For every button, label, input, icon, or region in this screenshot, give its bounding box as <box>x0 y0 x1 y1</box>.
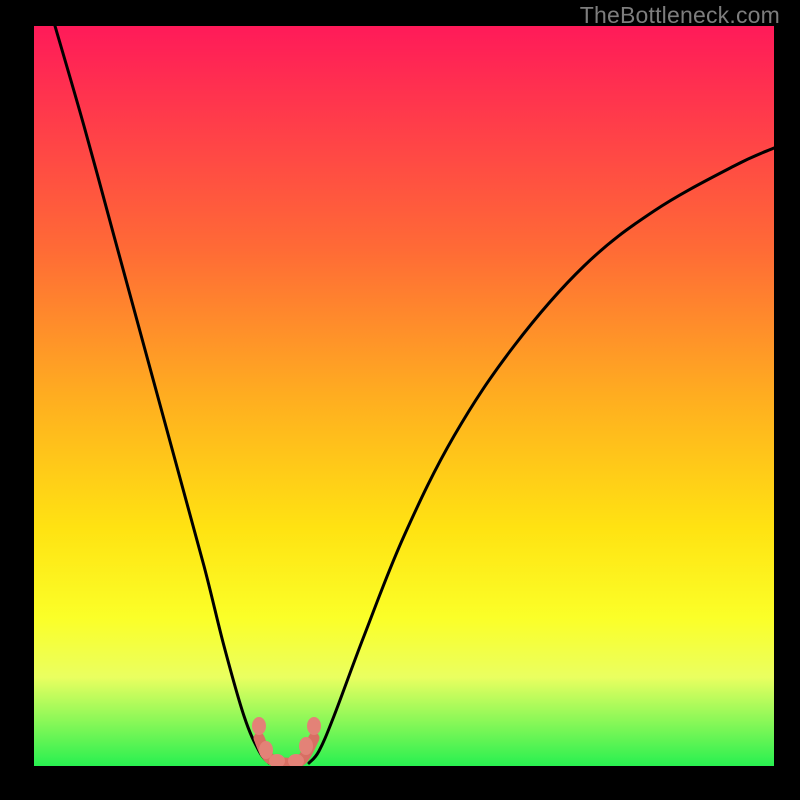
marker-knee-right-upper <box>307 717 321 735</box>
curve-layer <box>34 26 774 766</box>
watermark-text: TheBottleneck.com <box>580 2 780 29</box>
curve-left-branch <box>55 26 269 763</box>
marker-knee-right-lower <box>299 737 313 755</box>
curve-right-branch <box>309 148 774 763</box>
marker-knee-left-lower <box>259 741 273 759</box>
marker-knee-left-upper <box>252 717 266 735</box>
gradient-plot-area <box>34 26 774 766</box>
